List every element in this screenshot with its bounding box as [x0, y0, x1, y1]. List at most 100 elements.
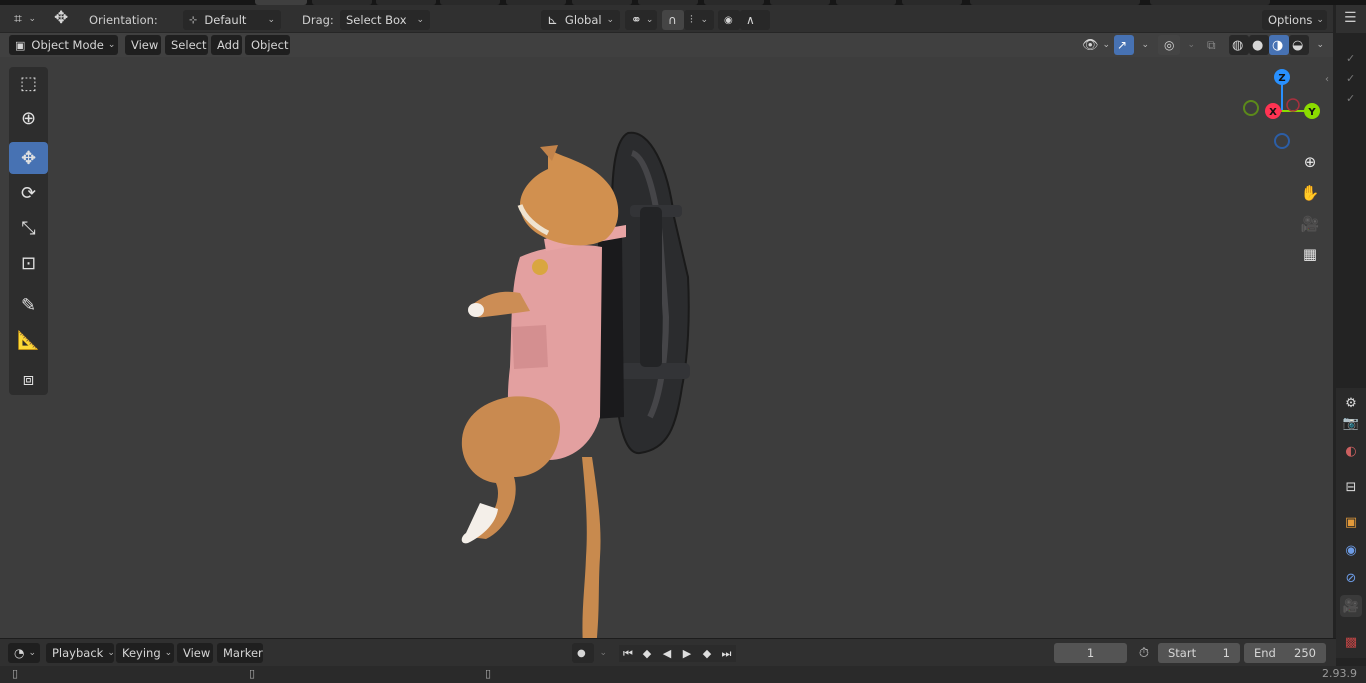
snap-increment-icon: ⫶: [690, 13, 693, 26]
outliner-icon[interactable]: ☰: [1344, 10, 1357, 26]
gizmo-dropdown[interactable]: ⌄: [1134, 35, 1152, 55]
transform-orientation-dropdown[interactable]: ⊾ Global ⌄: [541, 10, 620, 30]
gizmo-neg-x[interactable]: [1286, 98, 1300, 112]
constraints-properties-tab[interactable]: ⊘: [1340, 567, 1362, 589]
checkbox-icon[interactable]: ✓: [1346, 52, 1355, 65]
sidebar-collapse-arrow-icon[interactable]: ‹: [1325, 74, 1329, 85]
falloff-curve-icon: ∧: [746, 13, 755, 27]
texture-properties-tab[interactable]: ▩: [1340, 631, 1362, 653]
play-reverse-button[interactable]: ◀: [657, 645, 677, 662]
render-properties-tab[interactable]: 📷: [1340, 412, 1362, 434]
xray-toggle[interactable]: ⧉: [1204, 35, 1224, 55]
chevron-down-icon: ⌄: [107, 40, 116, 50]
editor-type-button[interactable]: ⌗ ⌄: [8, 9, 42, 29]
timeline-view-menu[interactable]: View: [177, 643, 213, 663]
prev-keyframe-button[interactable]: ◆: [637, 645, 657, 662]
end-frame-field[interactable]: End 250: [1244, 643, 1326, 663]
3d-viewport[interactable]: ⬚ ⊕ ✥ ⟳ ⤡ ⊡ ✎ 📐 ⧈ Z Y X ⊕ ✋ 🎥 ▦: [0, 57, 1333, 638]
chevron-down-icon: ⌄: [700, 15, 708, 25]
transform-orientation-value: Global: [564, 13, 602, 27]
zoom-view-button[interactable]: ⊕: [1297, 149, 1323, 175]
select-box-tool[interactable]: ⬚: [9, 67, 48, 99]
playback-menu[interactable]: Playback ⌄: [46, 643, 115, 663]
add-cube-tool[interactable]: ⧈: [9, 363, 48, 395]
visibility-dropdown[interactable]: 👁 ⌄: [1076, 35, 1110, 55]
preview-range-toggle[interactable]: ⏱: [1135, 643, 1153, 663]
chevron-down-icon: ⌄: [1187, 40, 1195, 50]
rotate-tool[interactable]: ⟳: [9, 177, 48, 209]
timeline-editor-type-button[interactable]: ◔ ⌄: [8, 643, 40, 663]
object-icon: ▣: [1344, 514, 1358, 530]
outliner-header: ☰: [1336, 5, 1366, 33]
current-frame-field[interactable]: 1: [1054, 643, 1127, 663]
object-mode-icon: ▣: [15, 38, 26, 52]
menu-view[interactable]: View: [125, 35, 161, 55]
mode-dropdown[interactable]: ▣ Object Mode ⌄: [9, 35, 118, 55]
physics-properties-tab[interactable]: ◉: [1340, 539, 1362, 561]
add-cube-icon: ⧈: [22, 368, 35, 390]
orientation-dropdown[interactable]: ⊹ Default ⌄: [183, 10, 281, 30]
shading-dropdown[interactable]: ⌄: [1309, 35, 1327, 55]
move-tool[interactable]: ✥: [9, 142, 48, 174]
gizmo-neg-z[interactable]: [1274, 133, 1290, 149]
physics-icon: ◉: [1345, 542, 1357, 558]
keying-label: Keying: [122, 646, 161, 660]
pivot-point-dropdown[interactable]: ⚭ ⌄: [625, 10, 657, 30]
gizmo-x-label: X: [1269, 107, 1277, 118]
gizmo-toggle[interactable]: ↗: [1114, 35, 1134, 55]
jump-start-button[interactable]: ⏮: [619, 645, 637, 662]
object-properties-tab[interactable]: ▣: [1340, 511, 1362, 533]
world-properties-tab[interactable]: ◐: [1340, 440, 1362, 462]
keying-options-dropdown[interactable]: ⌄: [594, 643, 610, 663]
menu-select[interactable]: Select: [165, 35, 208, 55]
camera-view-button[interactable]: 🎥: [1297, 211, 1323, 237]
shading-material-button[interactable]: ◑: [1269, 35, 1289, 55]
snap-target-dropdown[interactable]: ⫶ ⌄: [684, 10, 714, 30]
shading-wireframe-button[interactable]: ◍: [1229, 35, 1249, 55]
gizmo-neg-y[interactable]: [1243, 100, 1259, 116]
overlays-dropdown[interactable]: ⌄: [1180, 35, 1198, 55]
start-frame-field[interactable]: Start 1: [1158, 643, 1240, 663]
options-dropdown[interactable]: Options ⌄: [1262, 10, 1327, 30]
keying-menu[interactable]: Keying ⌄: [116, 643, 174, 663]
jump-end-icon: ⏭: [721, 646, 732, 660]
move-tool-icon[interactable]: ✥: [48, 8, 78, 28]
grid-icon: ▦: [1302, 245, 1318, 263]
auto-keying-toggle[interactable]: ●: [572, 643, 594, 663]
data-properties-tab[interactable]: 🎥: [1340, 595, 1362, 617]
outliner-items: ✓ ✓ ✓: [1336, 50, 1366, 120]
marker-menu[interactable]: Marker: [217, 643, 263, 663]
transform-tool[interactable]: ⊡: [9, 247, 48, 279]
chevron-down-icon: ⌄: [599, 648, 607, 658]
measure-tool[interactable]: 📐: [9, 324, 48, 356]
checkbox-icon[interactable]: ✓: [1346, 92, 1355, 105]
start-value: 1: [1222, 646, 1230, 660]
shading-rendered-button[interactable]: ◒: [1289, 35, 1309, 55]
drag-dropdown[interactable]: Select Box ⌄: [340, 10, 430, 30]
snap-toggle[interactable]: ∩: [662, 10, 684, 30]
proportional-edit-toggle[interactable]: ◉: [718, 10, 740, 30]
mouse-left-icon: ▯: [12, 667, 19, 680]
checkbox-icon[interactable]: ✓: [1346, 72, 1355, 85]
camera-icon: 🎥: [1300, 215, 1320, 233]
overlays-toggle[interactable]: ◎: [1158, 35, 1180, 55]
eye-icon: 👁: [1082, 37, 1099, 53]
annotate-tool[interactable]: ✎: [9, 289, 48, 321]
scale-tool[interactable]: ⤡: [9, 212, 48, 244]
next-keyframe-button[interactable]: ◆: [697, 645, 717, 662]
falloff-dropdown[interactable]: ∧: [740, 10, 770, 30]
cursor-tool[interactable]: ⊕: [9, 102, 48, 134]
collection-properties-tab[interactable]: ⊟: [1340, 476, 1362, 498]
cat-paw: [468, 303, 484, 317]
status-bar: ▯ ▯ ▯ 2.93.9: [0, 666, 1366, 683]
tool-properties-tab[interactable]: ⚙: [1340, 392, 1362, 414]
jump-start-icon: ⏮: [623, 646, 633, 660]
play-button[interactable]: ▶: [677, 645, 697, 662]
pan-view-button[interactable]: ✋: [1297, 180, 1323, 206]
jump-end-button[interactable]: ⏭: [717, 645, 736, 662]
menu-add[interactable]: Add: [211, 35, 242, 55]
menu-object[interactable]: Object: [245, 35, 290, 55]
shading-solid-button[interactable]: ●: [1249, 35, 1269, 55]
ortho-toggle-button[interactable]: ▦: [1297, 241, 1323, 267]
rendered-sphere-icon: ◒: [1292, 37, 1304, 53]
